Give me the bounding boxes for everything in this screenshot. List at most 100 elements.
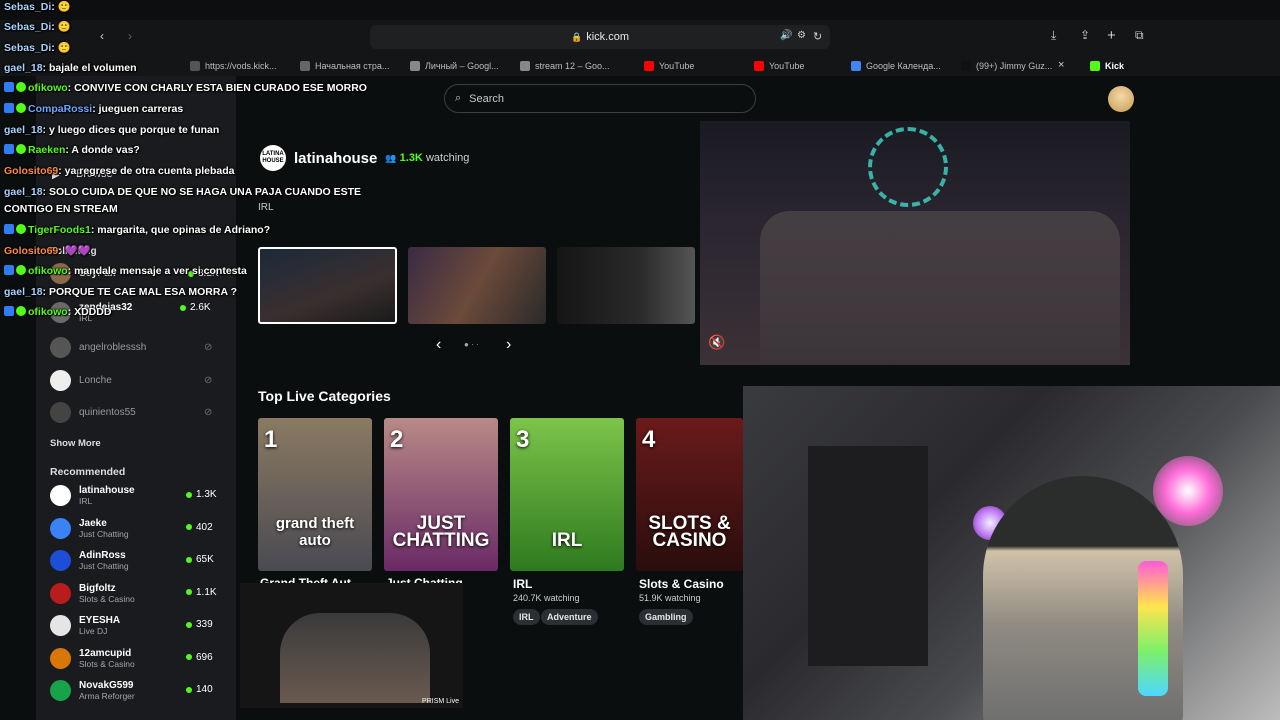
download-icon[interactable]: ⤓ xyxy=(1051,28,1056,43)
carousel-prev-icon[interactable]: ‹ xyxy=(436,336,441,354)
category-card-1[interactable]: 1 grand theft auto xyxy=(258,418,372,571)
sidebar-following-lonche[interactable]: Lonche xyxy=(50,370,112,391)
featured-category[interactable]: IRL xyxy=(258,202,274,213)
chat-text: : 💜💜 xyxy=(58,245,91,257)
category-card-2[interactable]: 2 JUST CHATTING xyxy=(384,418,498,571)
subscriber-badge-icon xyxy=(16,306,26,316)
category-name-4[interactable]: Slots & Casino xyxy=(639,577,724,591)
new-tab-icon[interactable]: + xyxy=(1107,27,1116,44)
chat-username: gael_18 xyxy=(4,62,43,74)
doorway-shape xyxy=(808,446,928,666)
chat-username: ofikowo xyxy=(28,306,68,318)
sidebar-recommended-item[interactable]: NovakG599 Arma Reforger xyxy=(50,680,135,701)
tab-favicon-icon xyxy=(190,61,200,71)
browser-tab[interactable]: Начальная стра... xyxy=(300,57,400,75)
carousel-dots: ● · · xyxy=(464,340,479,349)
chat-username: gael_18 xyxy=(4,186,43,198)
browser-tab[interactable]: Kick xyxy=(1090,57,1190,75)
sidebar-following-angelroblesssh[interactable]: angelroblesssh xyxy=(50,337,146,358)
channel-name: Jaeke xyxy=(79,517,107,529)
sidebar-recommended-label: Recommended xyxy=(50,466,126,478)
tab-label: https://vods.kick... xyxy=(205,61,277,71)
sidebar-following-quinientos55[interactable]: quinientos55 xyxy=(50,402,136,423)
audio-playing-icon[interactable]: 🔊 xyxy=(780,30,792,41)
tab-favicon-icon xyxy=(1090,61,1100,71)
forward-icon[interactable]: › xyxy=(128,29,132,43)
chat-text: : ya regrese de otra cuenta plebada xyxy=(58,165,235,177)
section-title-top-live-categories: Top Live Categories xyxy=(258,388,391,404)
browser-tab[interactable]: Личный – Googl... xyxy=(410,57,510,75)
tab-label: Google Календа... xyxy=(866,61,941,71)
channel-name: Bigfoltz xyxy=(79,582,116,594)
carousel-thumb-2[interactable] xyxy=(408,247,546,324)
chat-message: Sebas_Di: 🙂 xyxy=(4,0,71,13)
category-rank: 2 xyxy=(390,426,404,453)
address-url: kick.com xyxy=(586,31,629,43)
subscriber-badge-icon xyxy=(16,103,26,113)
viewer-count: 1.3K xyxy=(186,489,217,500)
category-name-3[interactable]: IRL xyxy=(513,577,532,591)
streamer-name[interactable]: latinahouse xyxy=(294,150,377,167)
featured-stream-player[interactable] xyxy=(700,121,1130,365)
show-more-button[interactable]: Show More xyxy=(50,438,101,449)
chat-message: Golosito69: ya regrese de otra cuenta pl… xyxy=(4,165,235,177)
channel-category: Just Chatting xyxy=(79,528,129,539)
subscriber-badge-icon xyxy=(16,224,26,234)
featured-streamer[interactable]: LATINA HOUSE latinahouse 👥 1.3K watching xyxy=(260,145,469,171)
offline-icon: ⊘ xyxy=(204,375,213,386)
address-bar[interactable]: 🔒 kick.com xyxy=(370,25,830,49)
browser-tab[interactable]: YouTube xyxy=(644,57,744,75)
chat-username: Golosito69 xyxy=(4,245,59,257)
viewer-count: 65K xyxy=(186,554,214,565)
search-input[interactable]: ⌕ Search xyxy=(444,84,756,113)
tag-pill[interactable]: IRL xyxy=(513,609,540,625)
sidebar-recommended-item[interactable]: Jaeke Just Chatting xyxy=(50,517,129,539)
tab-label: stream 12 – Goo... xyxy=(535,61,610,71)
viewer-count: 👥 1.3K watching xyxy=(385,152,470,164)
sidebar-recommended-item[interactable]: EYESHA Live DJ xyxy=(50,615,120,636)
lock-icon: 🔒 xyxy=(571,31,583,42)
share-icon[interactable]: ⇪ xyxy=(1080,28,1090,42)
category-card-3[interactable]: 3 IRL xyxy=(510,418,624,571)
category-card-4[interactable]: 4 SLOTS & CASINO xyxy=(636,418,743,571)
viewer-count: 696 xyxy=(186,652,213,663)
browser-tab[interactable]: https://vods.kick... xyxy=(190,57,290,75)
back-icon[interactable]: ‹ xyxy=(100,29,104,43)
tag-pill[interactable]: Adventure xyxy=(541,609,598,625)
reload-icon[interactable]: ↻ xyxy=(813,30,822,43)
carousel-thumb-1[interactable] xyxy=(258,247,397,324)
sidebar-recommended-item[interactable]: latinahouse IRL xyxy=(50,485,135,506)
sidebar-recommended-item[interactable]: 12amcupid Slots & Casino xyxy=(50,647,135,669)
moderator-badge-icon xyxy=(4,82,14,92)
browser-tab[interactable]: stream 12 – Goo... xyxy=(520,57,620,75)
tab-favicon-icon xyxy=(851,61,861,71)
browser-tab[interactable]: (99+) Jimmy Guz... xyxy=(961,57,1061,75)
moderator-badge-icon xyxy=(4,144,14,154)
avatar xyxy=(50,485,71,506)
translate-icon[interactable]: ⚙ xyxy=(797,30,806,41)
car-interior-shape xyxy=(280,613,430,703)
user-avatar[interactable] xyxy=(1108,86,1134,112)
category-art-label: IRL xyxy=(551,530,583,551)
channel-name: NovakG599 xyxy=(79,680,134,691)
prism-watermark: PRISM Live xyxy=(422,698,459,705)
muted-icon[interactable]: 🔇 xyxy=(708,334,725,351)
tab-overview-icon[interactable]: ⧉ xyxy=(1135,28,1144,43)
close-tab-icon[interactable]: × xyxy=(1058,59,1064,71)
avatar xyxy=(50,337,71,358)
sidebar-recommended-item[interactable]: Bigfoltz Slots & Casino xyxy=(50,582,135,604)
tab-favicon-icon xyxy=(754,61,764,71)
carousel-next-icon[interactable]: › xyxy=(506,336,511,354)
browser-tab[interactable]: YouTube xyxy=(754,57,854,75)
carousel-thumb-3[interactable] xyxy=(557,247,695,324)
browser-tab[interactable]: Google Календа... xyxy=(851,57,951,75)
sidebar-following-count: 2.6K xyxy=(180,302,211,313)
offline-icon: ⊘ xyxy=(204,342,213,353)
pink-light-shape xyxy=(1153,456,1223,526)
tab-label: Начальная стра... xyxy=(315,61,390,71)
category-art-label: JUST CHATTING xyxy=(392,513,490,551)
channel-name: EYESHA xyxy=(79,615,121,626)
tag-pill[interactable]: Gambling xyxy=(639,609,693,625)
sidebar-recommended-item[interactable]: AdinRoss Just Chatting xyxy=(50,550,129,571)
tab-label: Kick xyxy=(1105,61,1125,71)
